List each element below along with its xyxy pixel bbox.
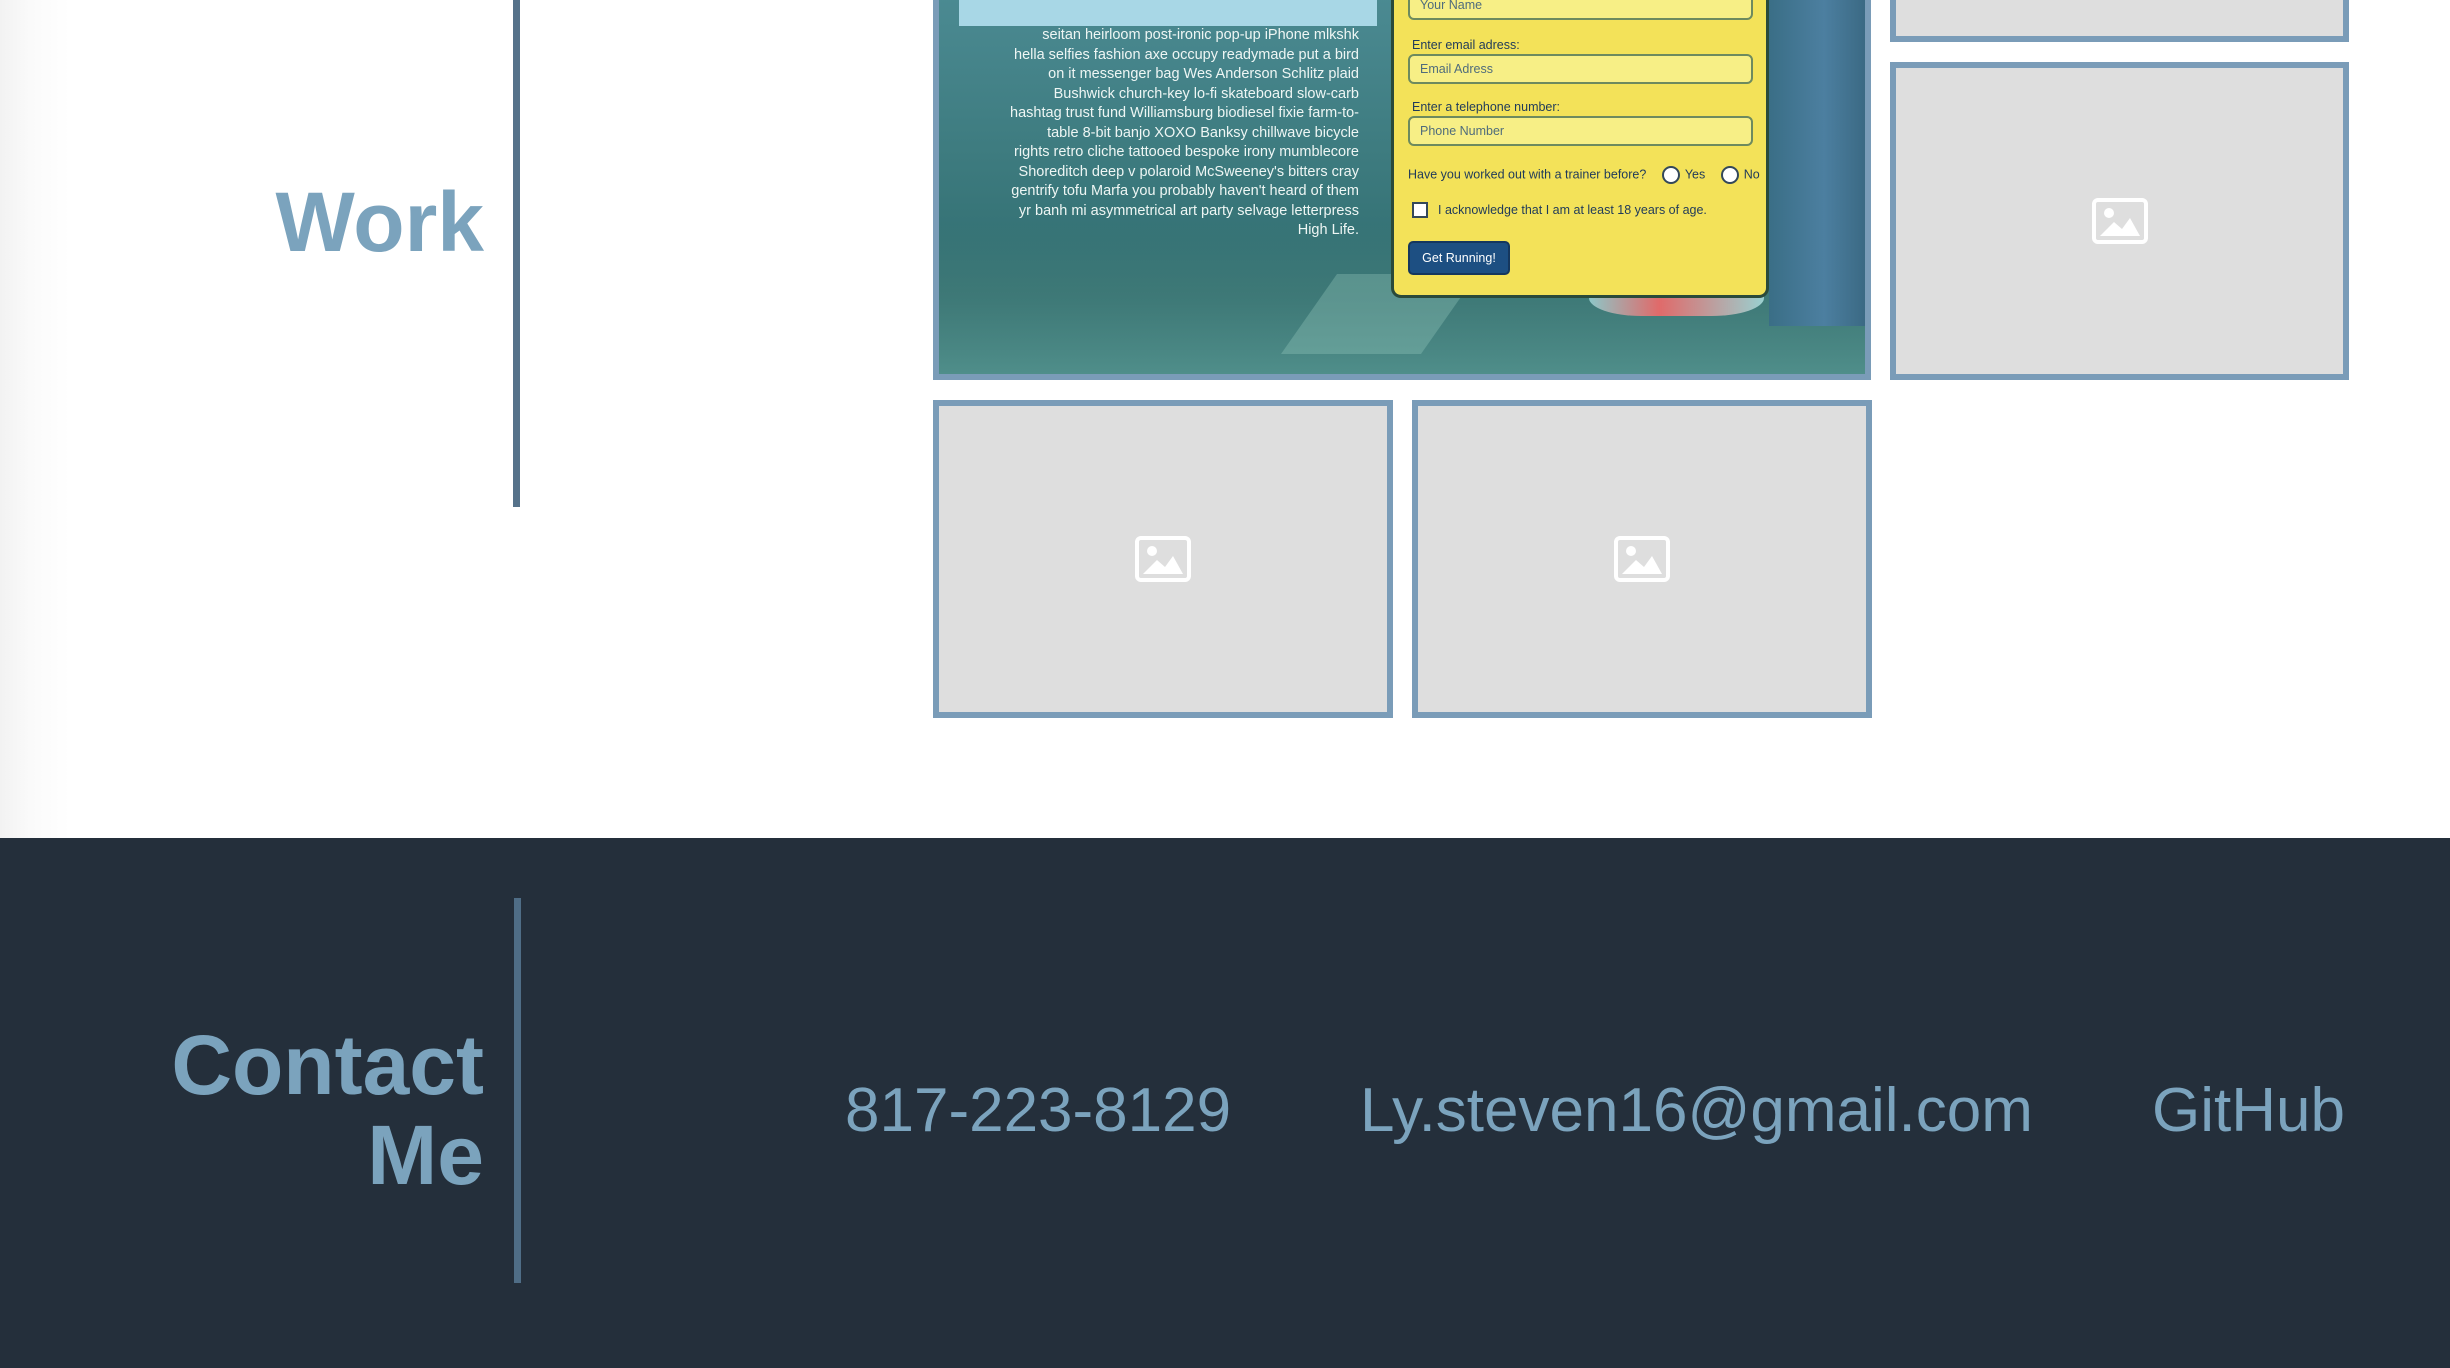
email-field[interactable]: Email Adress: [1408, 54, 1753, 84]
contact-heading-line1: Contact: [171, 1018, 484, 1112]
phone-field[interactable]: Phone Number: [1408, 116, 1753, 146]
trainer-question-text: Have you worked out with a trainer befor…: [1408, 167, 1647, 182]
work-section: Work seitan heirloom post-ironic pop-up …: [0, 0, 2450, 838]
name-field[interactable]: Your Name: [1408, 0, 1753, 20]
contact-section: Contact Me 817-223-8129 Ly.steven16@gmai…: [0, 838, 2450, 1368]
image-placeholder-icon: [2091, 198, 2148, 244]
phone-link[interactable]: 817-223-8129: [845, 1076, 1231, 1146]
project-tile-bottom-left[interactable]: [933, 400, 1393, 718]
contact-heading: Contact Me: [171, 1020, 484, 1200]
contact-divider: [514, 898, 521, 1283]
runner-legs-image: [1769, 0, 1865, 326]
image-placeholder-icon: [1135, 536, 1191, 582]
project-tile-running-signup[interactable]: seitan heirloom post-ironic pop-up iPhon…: [933, 0, 1871, 380]
project-tile-top-right[interactable]: [1890, 0, 2349, 42]
contact-heading-line2: Me: [367, 1108, 484, 1202]
project-tile-bottom-middle[interactable]: [1412, 400, 1872, 718]
project-description: seitan heirloom post-ironic pop-up iPhon…: [1010, 27, 1359, 238]
github-link[interactable]: GitHub: [2152, 1076, 2345, 1146]
trainer-question: Have you worked out with a trainer befor…: [1408, 166, 1760, 184]
get-running-button[interactable]: Get Running!: [1408, 241, 1510, 275]
age-checkbox[interactable]: [1412, 202, 1428, 218]
email-link[interactable]: Ly.steven16@gmail.com: [1360, 1076, 2033, 1146]
project-header-bar: [959, 0, 1377, 26]
contact-title-container: Contact Me: [0, 838, 484, 1368]
work-heading: Work: [275, 175, 484, 269]
project-tile-right[interactable]: [1890, 62, 2349, 380]
radio-yes-label: Yes: [1684, 167, 1706, 182]
phone-label: Enter a telephone number:: [1412, 100, 1561, 114]
image-placeholder-icon: [1614, 536, 1670, 582]
radio-yes[interactable]: [1661, 166, 1680, 184]
work-title-container: Work: [0, 0, 484, 500]
signup-form-card: Your Name Enter email adress: Email Adre…: [1391, 0, 1769, 298]
radio-no-label: No: [1743, 167, 1760, 182]
email-label: Enter email adress:: [1412, 38, 1520, 52]
age-acknowledgement: I acknowledge that I am at least 18 year…: [1438, 203, 1707, 217]
work-divider: [513, 0, 520, 507]
radio-no[interactable]: [1720, 166, 1739, 184]
